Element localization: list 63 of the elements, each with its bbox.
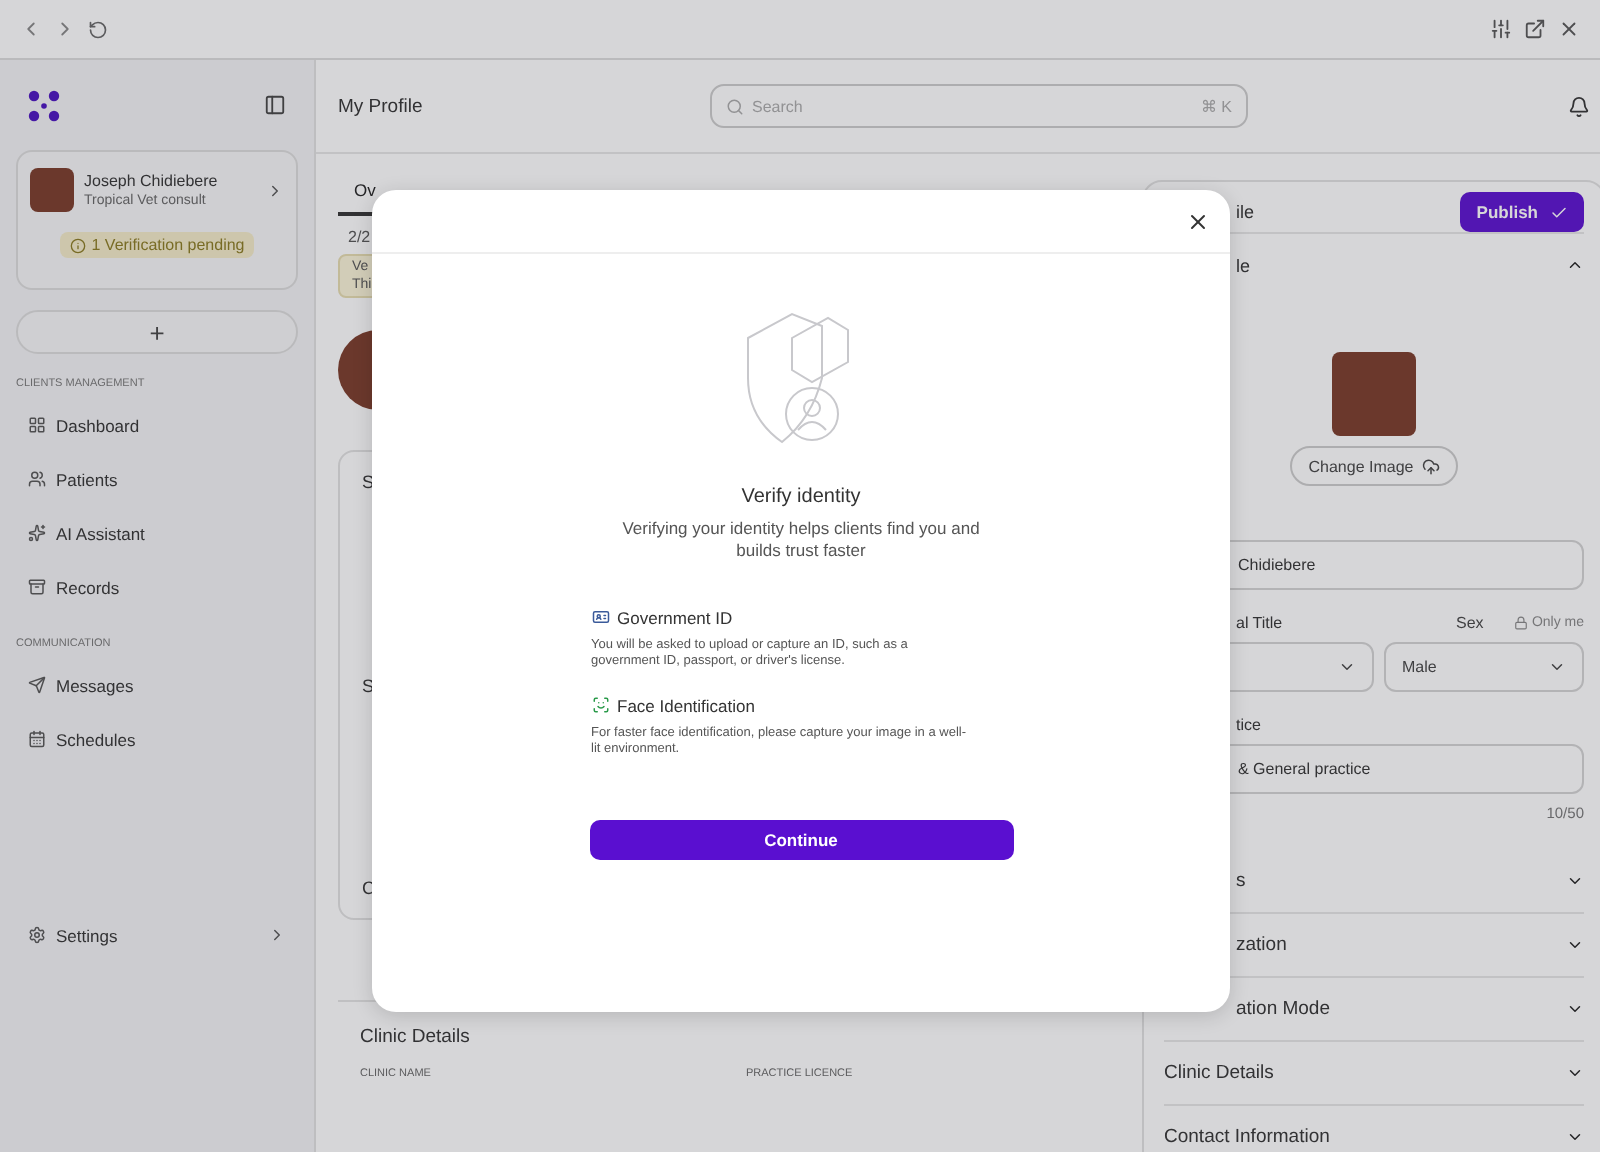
nav-item[interactable]: Messages bbox=[16, 658, 298, 712]
upload-icon bbox=[1421, 457, 1440, 475]
field-label: Sex bbox=[1456, 613, 1484, 631]
avatar-photo bbox=[30, 168, 74, 212]
chevron-down-icon[interactable] bbox=[1566, 1064, 1584, 1082]
chevron-down-icon[interactable] bbox=[1566, 936, 1584, 954]
section-title[interactable]: Clinic Details bbox=[1164, 1062, 1274, 1084]
clinic-title: Clinic Details bbox=[360, 1026, 472, 1048]
send-icon bbox=[28, 676, 46, 694]
section-title[interactable]: le bbox=[1236, 255, 1251, 275]
check-icon bbox=[1550, 203, 1568, 221]
calendar-icon bbox=[28, 730, 46, 748]
field-label: al Title bbox=[1236, 613, 1285, 631]
sex-select[interactable]: Male bbox=[1384, 642, 1584, 692]
sidebar-toggle-icon[interactable] bbox=[264, 94, 286, 116]
chevron-down-icon[interactable] bbox=[1566, 1128, 1584, 1146]
page-title: My Profile bbox=[338, 95, 425, 117]
grid-icon bbox=[28, 416, 46, 434]
section-title[interactable]: Contact Information bbox=[1164, 1126, 1330, 1148]
sliders-icon[interactable] bbox=[1490, 18, 1512, 40]
close-icon[interactable] bbox=[1558, 18, 1580, 40]
progress-text: 2/2 bbox=[348, 228, 373, 246]
sparkle-icon bbox=[28, 524, 46, 542]
dialog-subtitle: Verifying your identity helps clients find you and builds trust faster bbox=[620, 518, 982, 564]
bell-icon[interactable] bbox=[1568, 95, 1590, 117]
external-link-icon[interactable] bbox=[1524, 18, 1546, 40]
change-image-button[interactable]: Change Image bbox=[1290, 446, 1458, 486]
logo-icon bbox=[28, 89, 60, 121]
field-label: tice bbox=[1236, 715, 1261, 733]
chevron-right-icon[interactable] bbox=[266, 181, 284, 199]
id-card-icon bbox=[591, 608, 609, 627]
archive-icon bbox=[28, 578, 46, 596]
nav-item[interactable]: Schedules bbox=[16, 712, 298, 766]
profile-photo bbox=[1332, 352, 1416, 436]
chevron-down-icon[interactable] bbox=[1566, 1000, 1584, 1018]
nav-item[interactable]: Records bbox=[16, 560, 298, 614]
section-title[interactable]: s bbox=[1236, 869, 1246, 891]
lock-icon bbox=[1513, 615, 1528, 629]
settings-item[interactable]: Settings bbox=[16, 908, 298, 962]
nav-item[interactable]: Patients bbox=[16, 452, 298, 506]
section-title[interactable]: ation Mode bbox=[1236, 998, 1331, 1020]
dialog-title: Verify identity bbox=[741, 486, 861, 508]
chevron-up-icon[interactable] bbox=[1566, 256, 1584, 274]
chevron-right-icon bbox=[268, 926, 286, 944]
nav-item[interactable]: AI Assistant bbox=[16, 506, 298, 560]
option-title: Government ID bbox=[617, 607, 733, 628]
profile-name: Joseph Chidiebere bbox=[84, 172, 220, 190]
section-title[interactable]: zation bbox=[1236, 934, 1287, 956]
publish-button[interactable]: Publish bbox=[1460, 192, 1584, 232]
gear-icon bbox=[28, 926, 46, 944]
search-icon bbox=[726, 97, 744, 115]
reload-icon[interactable] bbox=[88, 19, 108, 39]
verification-badge: 1 Verification pending bbox=[59, 232, 255, 258]
face-scan-icon bbox=[591, 696, 609, 715]
close-icon[interactable] bbox=[1186, 209, 1210, 233]
add-button[interactable]: + bbox=[16, 310, 298, 354]
chevron-down-icon bbox=[1548, 658, 1566, 676]
nav-item[interactable]: Dashboard bbox=[16, 398, 298, 452]
option-title: Face Identification bbox=[617, 695, 755, 716]
users-icon bbox=[28, 470, 46, 488]
panel-title: ile bbox=[1236, 202, 1255, 222]
continue-button[interactable]: Continue bbox=[589, 819, 1013, 860]
chevron-down-icon bbox=[1338, 658, 1356, 676]
